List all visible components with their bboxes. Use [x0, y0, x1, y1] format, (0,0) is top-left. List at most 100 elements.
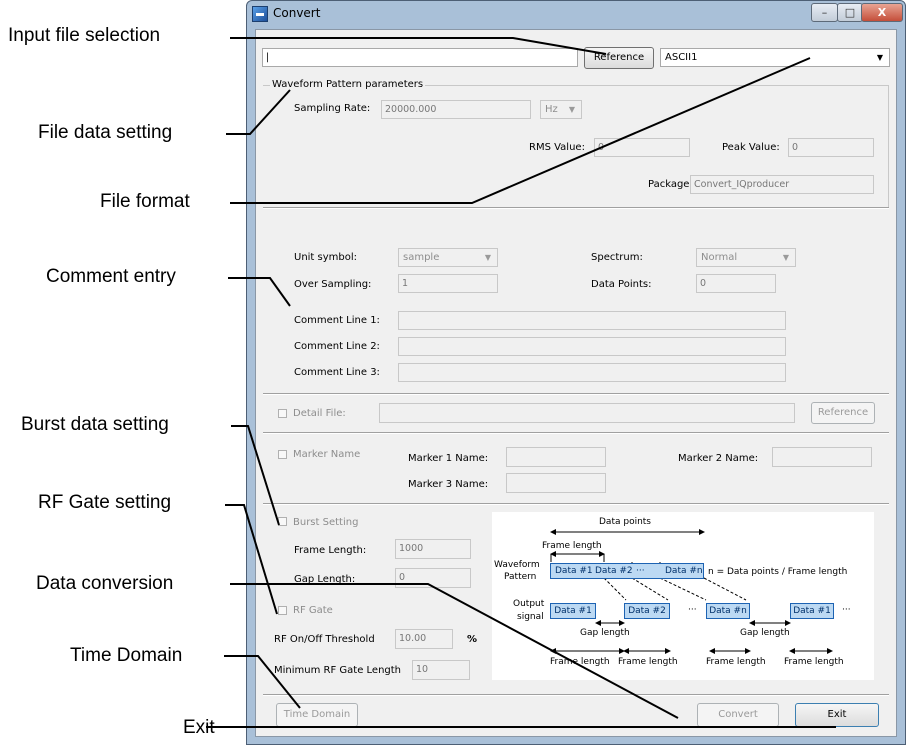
detail-file-label: Detail File: — [293, 408, 346, 419]
detail-file-reference-button[interactable]: Reference — [811, 402, 875, 424]
app-icon — [252, 6, 268, 22]
rf-threshold-unit: % — [467, 634, 478, 645]
input-file-field[interactable]: | — [262, 48, 578, 67]
minimize-button[interactable]: – — [811, 3, 838, 22]
close-button[interactable]: X — [861, 3, 903, 22]
diagram-frame-length-label: Frame length — [542, 541, 602, 551]
callout-exit: Exit — [183, 717, 215, 738]
rms-value-field[interactable]: 0 — [594, 138, 690, 157]
spectrum-value: Normal — [701, 252, 738, 263]
comment-line-3-label: Comment Line 3: — [294, 367, 380, 378]
callout-input-file-selection: Input file selection — [8, 25, 161, 46]
gap-length-field[interactable]: 0 — [395, 568, 471, 588]
comment-line-1-field[interactable] — [398, 311, 786, 330]
callout-data-conversion: Data conversion — [36, 573, 174, 594]
package-label: Package: — [648, 179, 693, 190]
waveform-group-label: Waveform Pattern parameters — [270, 79, 426, 90]
diagram-frame-length-2: Frame length — [618, 657, 678, 667]
sampling-unit-value: Hz — [545, 104, 558, 115]
rf-min-length-label: Minimum RF Gate Length — [274, 665, 402, 676]
detail-separator — [263, 432, 889, 434]
over-sampling-field[interactable]: 1 — [398, 274, 498, 293]
exit-button[interactable]: Exit — [795, 703, 879, 727]
rf-threshold-label: RF On/Off Threshold — [274, 634, 375, 645]
diagram-out-data1-repeat: Data #1 — [790, 603, 834, 619]
burst-setting-label: Burst Setting — [293, 517, 359, 528]
callout-file-format: File format — [100, 191, 190, 212]
chevron-down-icon[interactable]: ▼ — [874, 49, 886, 66]
sampling-unit-select[interactable]: Hz ▼ — [540, 100, 582, 119]
marker-3-name-label: Marker 3 Name: — [408, 479, 489, 490]
file-format-value: ASCII1 — [665, 52, 698, 63]
marker-name-label: Marker Name — [293, 449, 361, 460]
rf-gate-label: RF Gate — [293, 605, 333, 616]
rf-gate-checkbox[interactable] — [278, 606, 287, 615]
unit-symbol-label: Unit symbol: — [294, 252, 358, 263]
spectrum-label: Spectrum: — [591, 252, 643, 263]
diagram-wave-data2: Data #2 — [595, 566, 633, 576]
callout-rf-gate-setting: RF Gate setting — [38, 492, 172, 513]
comment-line-2-label: Comment Line 2: — [294, 341, 380, 352]
burst-setting-checkbox[interactable] — [278, 517, 287, 526]
diagram-gap-length-1: Gap length — [580, 628, 630, 638]
diagram-wave-data1: Data #1 — [555, 566, 593, 576]
diagram-pattern-label: Pattern — [504, 572, 537, 582]
marker-1-name-label: Marker 1 Name: — [408, 453, 489, 464]
diagram-frame-length-3: Frame length — [706, 657, 766, 667]
rf-min-length-field[interactable]: 10 — [412, 660, 470, 680]
convert-button[interactable]: Convert — [697, 703, 779, 727]
over-sampling-label: Over Sampling: — [294, 279, 372, 290]
chevron-down-icon[interactable]: ▼ — [482, 249, 494, 266]
detail-file-checkbox[interactable] — [278, 409, 287, 418]
time-domain-button[interactable]: Time Domain — [276, 703, 358, 727]
peak-value-field[interactable]: 0 — [788, 138, 874, 157]
diagram-signal-label: signal — [517, 612, 544, 622]
data-points-label: Data Points: — [591, 279, 652, 290]
rf-threshold-field[interactable]: 10.00 — [395, 629, 453, 649]
diagram-frame-length-1: Frame length — [550, 657, 610, 667]
comment-line-2-field[interactable] — [398, 337, 786, 356]
burst-diagram: Data points Frame length Waveform Patter… — [492, 512, 874, 680]
marker-name-checkbox[interactable] — [278, 450, 287, 459]
marker-separator — [263, 503, 889, 505]
file-format-select[interactable]: ASCII1 ▼ — [660, 48, 890, 67]
comment-separator — [263, 393, 889, 395]
maximize-button[interactable]: □ — [837, 3, 863, 22]
bottom-separator — [263, 694, 889, 696]
diagram-out-data2: Data #2 — [624, 603, 670, 619]
peak-value-label: Peak Value: — [722, 142, 780, 153]
diagram-wave-dots: ··· — [636, 566, 645, 576]
unit-symbol-value: sample — [403, 252, 440, 263]
callout-comment-entry: Comment entry — [46, 266, 176, 287]
marker-2-name-label: Marker 2 Name: — [678, 453, 759, 464]
marker-3-name-field[interactable] — [506, 473, 606, 493]
marker-2-name-field[interactable] — [772, 447, 872, 467]
sampling-rate-field[interactable]: 20000.000 — [381, 100, 531, 119]
diagram-frame-length-4: Frame length — [784, 657, 844, 667]
frame-length-field[interactable]: 1000 — [395, 539, 471, 559]
diagram-data-points-label: Data points — [599, 517, 651, 527]
detail-file-field[interactable] — [379, 403, 795, 423]
comment-line-3-field[interactable] — [398, 363, 786, 382]
reference-button[interactable]: Reference — [584, 47, 654, 69]
spectrum-select[interactable]: Normal ▼ — [696, 248, 796, 267]
window-title: Convert — [273, 6, 321, 20]
marker-1-name-field[interactable] — [506, 447, 606, 467]
diagram-out-datan: Data #n — [706, 603, 750, 619]
diagram-out-data1: Data #1 — [550, 603, 596, 619]
unit-symbol-select[interactable]: sample ▼ — [398, 248, 498, 267]
chevron-down-icon[interactable]: ▼ — [780, 249, 792, 266]
rms-value-label: RMS Value: — [529, 142, 585, 153]
diagram-out-trailing-dots: ··· — [842, 605, 851, 615]
sampling-rate-label: Sampling Rate: — [294, 103, 371, 114]
data-points-field[interactable]: 0 — [696, 274, 776, 293]
frame-length-label: Frame Length: — [294, 545, 367, 556]
diagram-output-label: Output — [513, 599, 545, 609]
diagram-waveform-label: Waveform — [494, 560, 540, 570]
title-bar: Convert – □ X — [247, 1, 905, 31]
package-field[interactable]: Convert_IQproducer — [690, 175, 874, 194]
comment-line-1-label: Comment Line 1: — [294, 315, 380, 326]
diagram-formula: n = Data points / Frame length — [708, 567, 848, 577]
callout-file-data-setting: File data setting — [38, 122, 173, 143]
chevron-down-icon[interactable]: ▼ — [566, 101, 578, 118]
